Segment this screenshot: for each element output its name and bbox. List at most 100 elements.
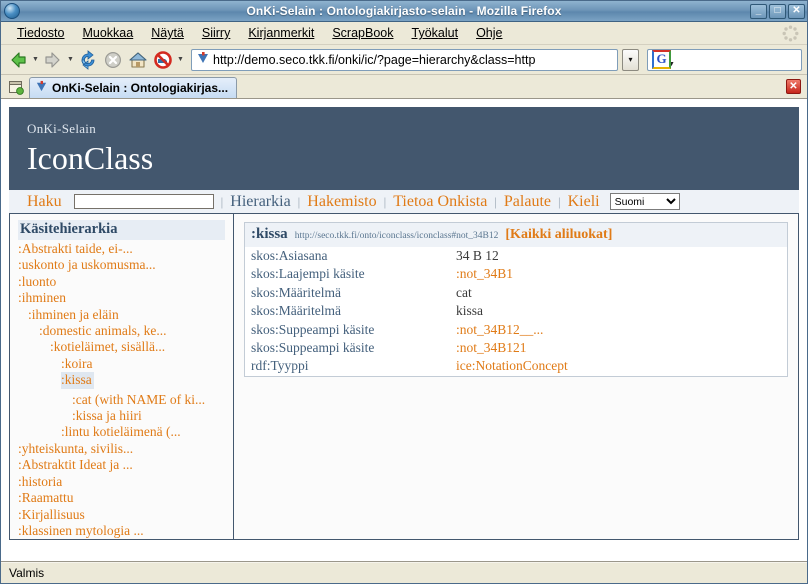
tab-favicon-icon bbox=[35, 80, 48, 96]
property-key: skos:Laajempi käsite bbox=[251, 266, 365, 282]
tab-onki-selain[interactable]: OnKi-Selain : Ontologiakirjas... bbox=[29, 77, 238, 98]
maximize-button[interactable]: □ bbox=[769, 3, 786, 19]
content-columns: Käsitehierarkia :Abstrakti taide, ei-...… bbox=[9, 214, 799, 540]
hierarchy-node[interactable]: :Kirjallisuus bbox=[18, 507, 233, 523]
minimize-button[interactable]: _ bbox=[750, 3, 767, 19]
hierarchy-node[interactable]: :koira bbox=[61, 356, 233, 372]
close-tab-button[interactable]: ✕ bbox=[786, 79, 801, 94]
hierarchy-node[interactable]: :ihminen bbox=[18, 290, 233, 306]
forward-arrow-icon bbox=[41, 48, 65, 72]
page-content: OnKi-Selain IconClass Haku | Hierarkia |… bbox=[1, 99, 807, 562]
menu-nayta-label: Näytä bbox=[151, 26, 184, 40]
forward-dropdown-icon: ▼ bbox=[67, 56, 74, 63]
menu-bar: Tiedosto Muokkaa Näytä Siirry Kirjanmerk… bbox=[1, 22, 807, 45]
list-all-tabs-icon[interactable] bbox=[7, 78, 25, 96]
property-row: skos:Asiasana 34 B 12 bbox=[245, 247, 787, 265]
browser-window: OnKi-Selain : Ontologiakirjasto-selain -… bbox=[0, 0, 808, 584]
search-input-haku[interactable] bbox=[73, 194, 214, 209]
property-key: skos:Asiasana bbox=[251, 248, 328, 263]
hierarchy-node[interactable]: :Abstraktit Ideat ja ... bbox=[18, 457, 233, 473]
url-dropdown-icon[interactable]: ▾ bbox=[622, 48, 639, 71]
nav-link-hierarkia[interactable]: Hierarkia bbox=[224, 193, 296, 211]
throbber-icon bbox=[782, 25, 799, 42]
search-box[interactable]: G ▼ bbox=[647, 48, 802, 71]
window-title: OnKi-Selain : Ontologiakirjasto-selain -… bbox=[246, 4, 562, 18]
property-row: skos:Laajempi käsite :not_34B1 bbox=[245, 265, 787, 283]
url-bar[interactable]: http://demo.seco.tkk.fi/onki/ic/?page=hi… bbox=[191, 48, 618, 71]
hierarchy-node[interactable]: :ihminen ja eläin bbox=[28, 307, 233, 323]
property-value-link[interactable]: :not_34B12__... bbox=[450, 321, 787, 339]
google-logo-icon: G bbox=[652, 50, 671, 69]
hierarchy-node[interactable]: :yhteiskunta, sivilis... bbox=[18, 441, 233, 457]
menu-siirry-label: Siirry bbox=[201, 26, 231, 40]
concept-detail-header: :kissa http://seco.tkk.fi/onto/iconclass… bbox=[245, 223, 787, 247]
hierarchy-tree: :Abstrakti taide, ei-...:uskonto ja usko… bbox=[18, 241, 233, 539]
nav-link-hakemisto[interactable]: Hakemisto bbox=[301, 193, 382, 211]
brand-subtitle: OnKi-Selain bbox=[27, 121, 97, 136]
nav-link-tietoa-onkista[interactable]: Tietoa Onkista bbox=[387, 193, 493, 211]
url-text[interactable]: http://demo.seco.tkk.fi/onki/ic/?page=hi… bbox=[213, 50, 615, 70]
concept-properties-body: skos:Asiasana 34 B 12 skos:Laajempi käsite… bbox=[245, 247, 787, 376]
hierarchy-panel: Käsitehierarkia :Abstrakti taide, ei-...… bbox=[10, 214, 234, 539]
hierarchy-node[interactable]: :uskonto ja uskomusma... bbox=[18, 257, 233, 273]
back-dropdown-icon[interactable]: ▼ bbox=[31, 49, 40, 71]
property-value-link[interactable]: :not_34B121 bbox=[450, 339, 787, 357]
menu-tyokalut[interactable]: Työkalut bbox=[403, 24, 468, 42]
hierarchy-node[interactable]: :cat (with NAME of ki... bbox=[72, 392, 233, 408]
property-value-link[interactable]: ice:NotationConcept bbox=[450, 357, 787, 375]
property-key: skos:Suppeampi käsite bbox=[251, 321, 375, 337]
menu-nayta[interactable]: Näytä bbox=[142, 24, 193, 42]
property-value: 34 B 12 bbox=[456, 248, 499, 263]
menu-kirjanmerkit[interactable]: Kirjanmerkit bbox=[239, 24, 323, 42]
adblock-dropdown-icon[interactable]: ▼ bbox=[176, 49, 185, 71]
close-button[interactable]: ✕ bbox=[788, 3, 805, 19]
hierarchy-node[interactable]: :domestic animals, ke... bbox=[39, 323, 233, 339]
menu-scrapbook[interactable]: ScrapBook bbox=[323, 24, 402, 42]
menu-siirry[interactable]: Siirry bbox=[193, 24, 239, 42]
nav-link-kieli[interactable]: Kieli bbox=[562, 193, 606, 211]
brand-title: IconClass bbox=[27, 140, 154, 176]
menu-ohje[interactable]: Ohje bbox=[467, 24, 511, 42]
home-icon[interactable] bbox=[126, 48, 150, 72]
menu-tiedosto-label: Tiedosto bbox=[17, 26, 65, 40]
property-row: skos:Määritelmä kissa bbox=[245, 302, 787, 320]
menu-kirjanmerkit-label: Kirjanmerkit bbox=[248, 26, 315, 40]
hierarchy-node[interactable]: :klassinen mytologia ... bbox=[18, 523, 233, 539]
concept-detail-box: :kissa http://seco.tkk.fi/onto/iconclass… bbox=[244, 222, 788, 377]
hierarchy-node[interactable]: :kissa bbox=[61, 372, 94, 389]
hierarchy-node[interactable]: :historia bbox=[18, 474, 233, 490]
stop-icon bbox=[101, 48, 125, 72]
property-key: skos:Suppeampi käsite bbox=[251, 340, 375, 356]
property-value: kissa bbox=[456, 303, 483, 319]
adblock-icon[interactable] bbox=[151, 48, 175, 72]
property-row: skos:Suppeampi käsite :not_34B12__... bbox=[245, 321, 787, 339]
navigation-toolbar: ▼ ▼ ▼ http://demo.seco.tkk.fi/onki/ic/?p… bbox=[1, 45, 807, 75]
menu-muokkaa-label: Muokkaa bbox=[82, 26, 134, 40]
property-key: skos:Määritelmä bbox=[251, 303, 341, 319]
tab-bar: OnKi-Selain : Ontologiakirjas... ✕ bbox=[1, 75, 807, 99]
language-select[interactable]: Suomi bbox=[609, 193, 680, 210]
property-row: rdf:Tyyppi ice:NotationConcept bbox=[245, 357, 787, 375]
menu-muokkaa[interactable]: Muokkaa bbox=[73, 24, 142, 42]
hierarchy-node[interactable]: :Abstrakti taide, ei-... bbox=[18, 241, 233, 257]
site-nav-bar: Haku | Hierarkia | Hakemisto | Tietoa On… bbox=[9, 189, 799, 214]
back-arrow-icon[interactable] bbox=[6, 48, 30, 72]
property-row: skos:Suppeampi käsite :not_34B121 bbox=[245, 339, 787, 357]
property-value-link[interactable]: :not_34B1 bbox=[450, 265, 787, 283]
all-subclasses-link[interactable]: [Kaikki aliluokat] bbox=[505, 227, 612, 243]
concept-title: :kissa bbox=[251, 226, 288, 242]
status-text: Valmis bbox=[9, 566, 45, 580]
nav-haku-label: Haku bbox=[27, 192, 62, 210]
status-bar: Valmis bbox=[1, 562, 807, 583]
menu-scrapbook-label: ScrapBook bbox=[332, 26, 394, 40]
nav-link-palaute[interactable]: Palaute bbox=[498, 193, 557, 211]
hierarchy-node[interactable]: :luonto bbox=[18, 274, 233, 290]
hierarchy-node[interactable]: :lintu kotieläimenä (... bbox=[61, 424, 233, 440]
property-key: rdf:Tyyppi bbox=[251, 358, 309, 374]
concept-uri: http://seco.tkk.fi/onto/iconclass/iconcl… bbox=[294, 231, 499, 241]
menu-tiedosto[interactable]: Tiedosto bbox=[8, 24, 73, 42]
reload-icon[interactable] bbox=[76, 48, 100, 72]
hierarchy-node[interactable]: :kotieläimet, sisällä... bbox=[50, 339, 233, 355]
hierarchy-node[interactable]: :Raamattu bbox=[18, 490, 233, 506]
hierarchy-node[interactable]: :kissa ja hiiri bbox=[72, 408, 233, 424]
